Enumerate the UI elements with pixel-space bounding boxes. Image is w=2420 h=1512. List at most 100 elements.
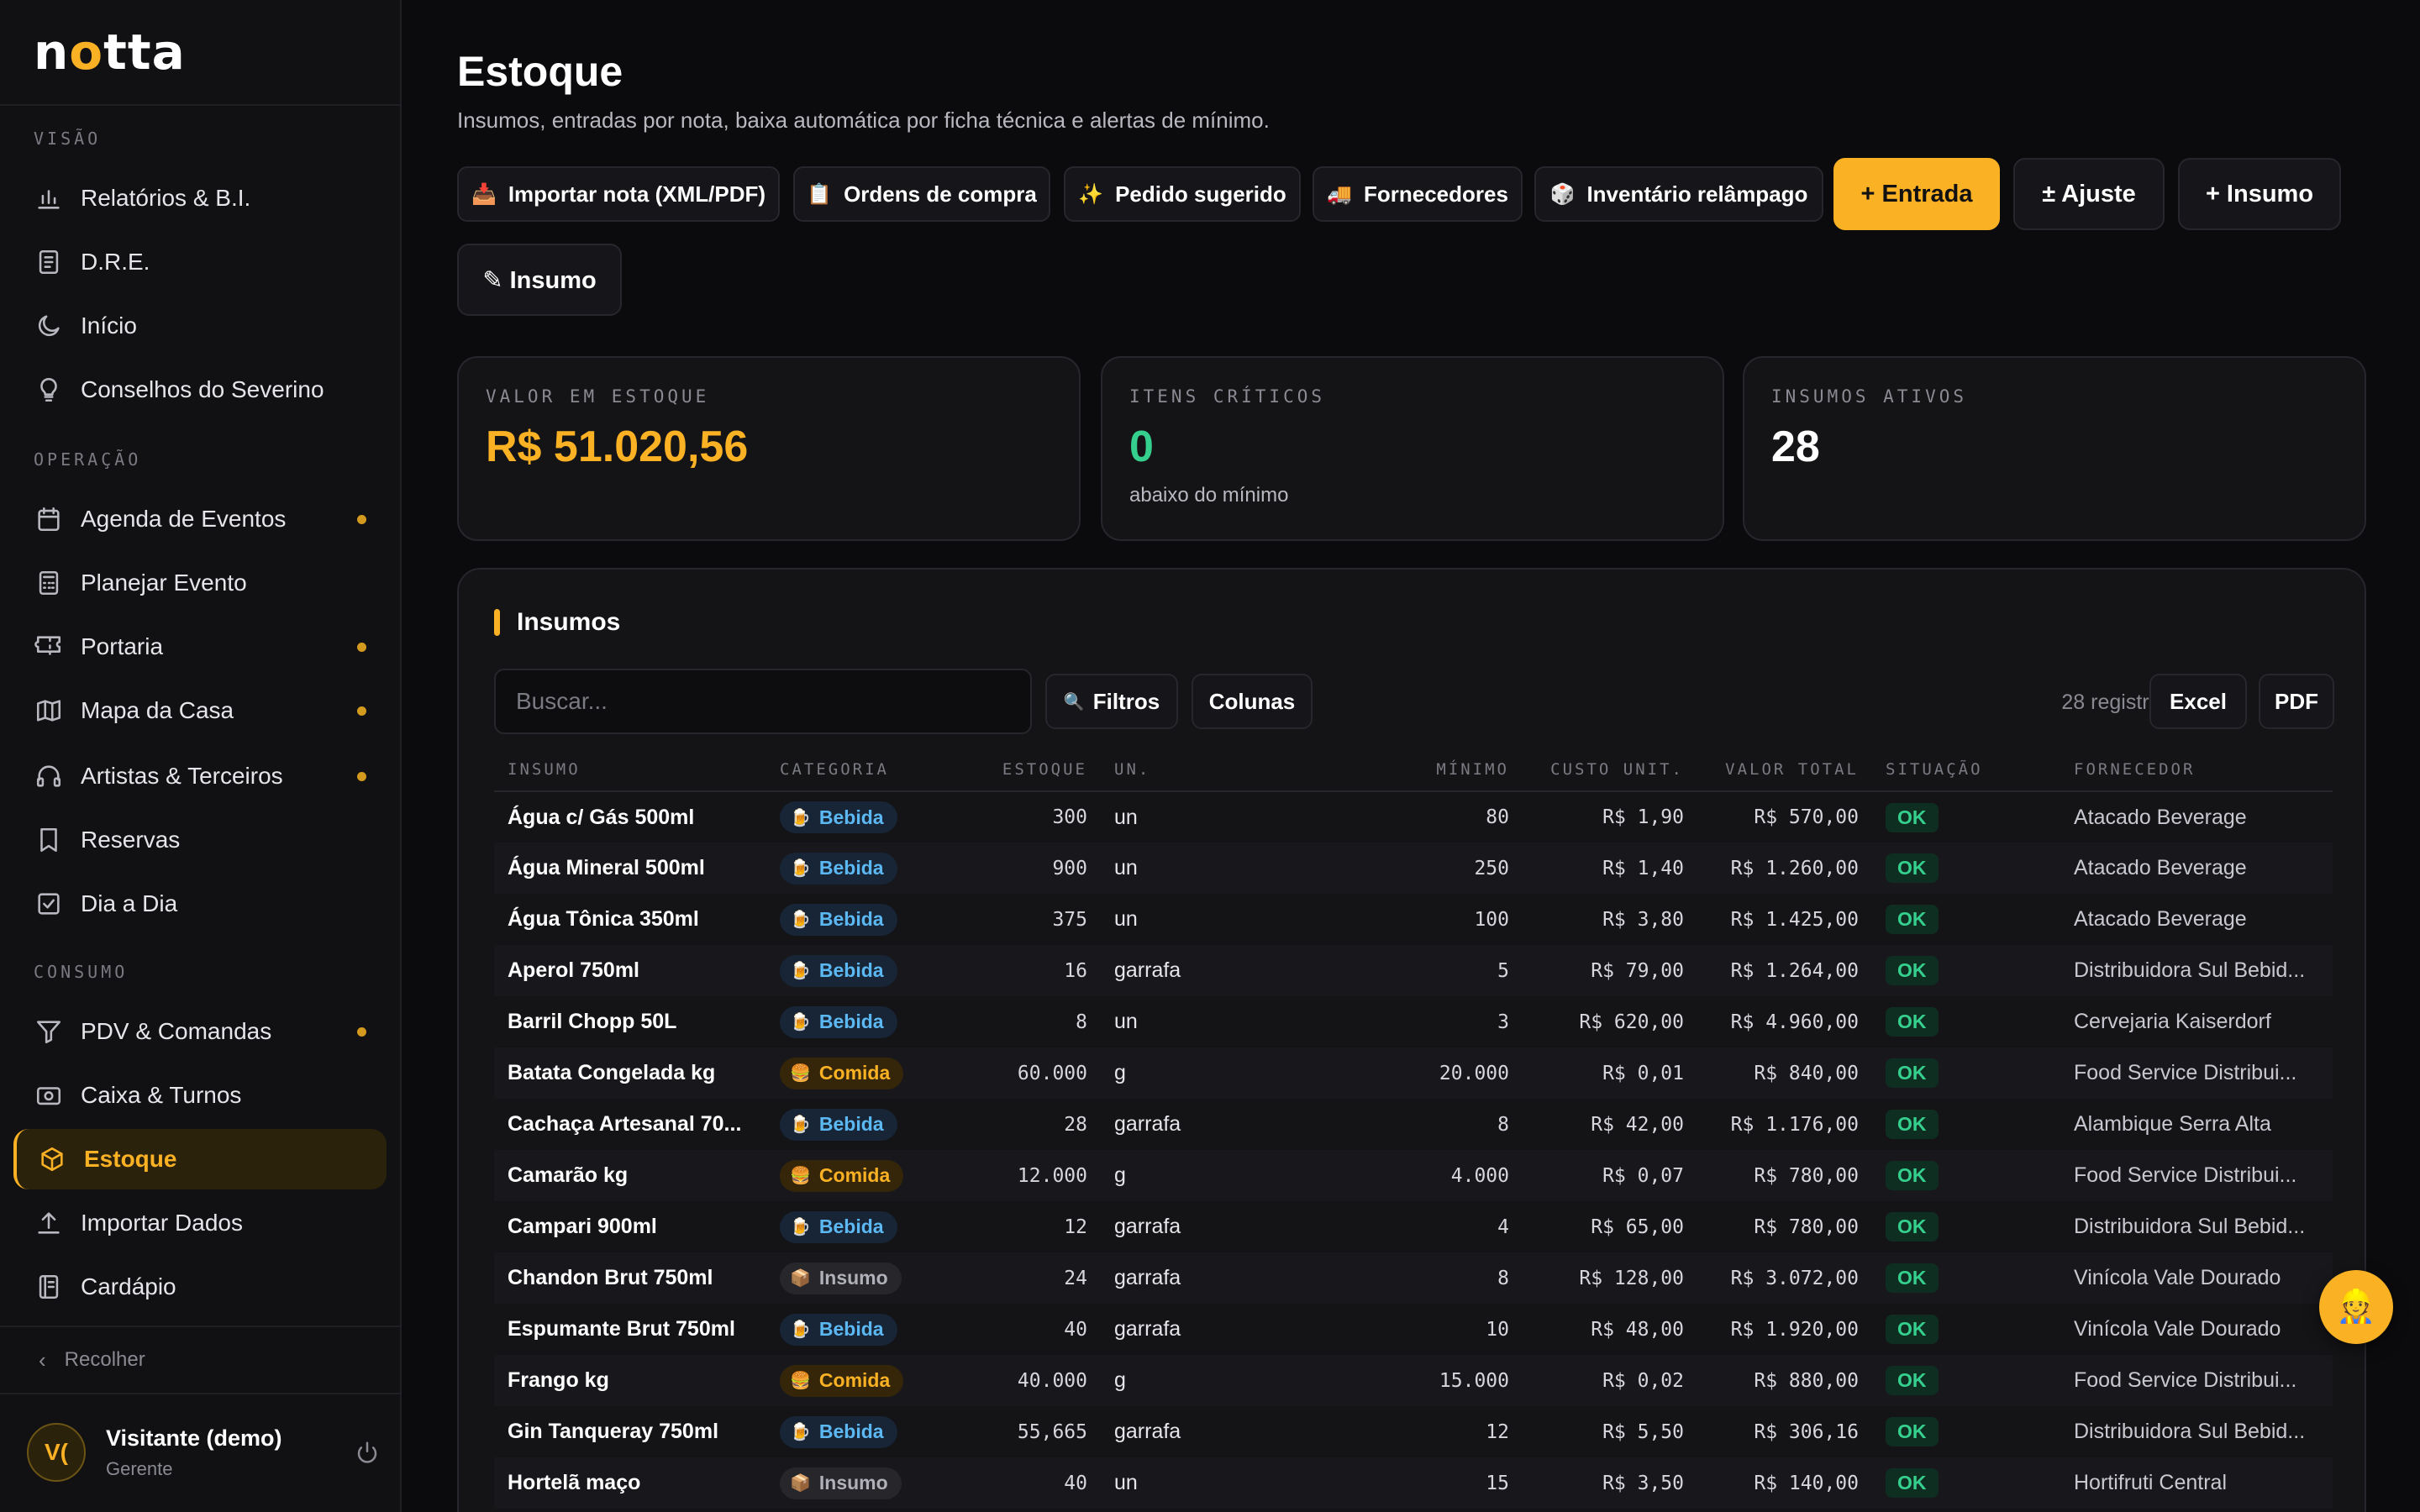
add-input-button[interactable]: + Insumo xyxy=(2178,158,2341,230)
adjust-button[interactable]: ± Ajuste xyxy=(2013,158,2165,230)
page-subtitle: Insumos, entradas por nota, baixa automá… xyxy=(457,108,1270,133)
sidebar-item-label: Portaria xyxy=(81,633,164,659)
table-row[interactable]: Água c/ Gás 500ml 🍺 Bebida 300 un 80 R$ 1,90 R$… xyxy=(494,791,2333,843)
status-badge: OK xyxy=(1886,1366,1939,1395)
input-name: Campari 900ml xyxy=(508,1215,657,1238)
map-icon xyxy=(34,696,64,726)
columns-button[interactable]: Colunas xyxy=(1192,674,1313,729)
unit-cost-value: R$ 128,00 xyxy=(1523,1252,1697,1304)
sidebar-item-relatorios-b-i[interactable]: Relatórios & B.I. xyxy=(13,168,387,228)
table-row[interactable]: Espumante Brut 750ml 🍺 Bebida 40 garrafa 10 R$… xyxy=(494,1304,2333,1355)
column-header[interactable]: SITUAÇÃO xyxy=(1872,748,2060,792)
table-row[interactable]: Frango kg 🍔 Comida 40.000 g 15.000 R$ 0,02 R$ 8… xyxy=(494,1355,2333,1406)
table-row[interactable]: Camarão kg 🍔 Comida 12.000 g 4.000 R$ 0,07 R$ 7… xyxy=(494,1150,2333,1201)
power-icon[interactable] xyxy=(355,1440,380,1469)
filters-button[interactable]: 🔍 Filtros xyxy=(1045,674,1178,729)
status-cell: OK xyxy=(1872,1099,2060,1150)
lightbulb-icon xyxy=(34,375,64,405)
notification-dot xyxy=(357,771,366,781)
table-row[interactable]: Água Tônica 350ml 🍺 Bebida 375 un 100 R$ 3,80 R… xyxy=(494,894,2333,945)
table-row[interactable]: Hortelã maço 📦 Insumo 40 un 15 R$ 3,50 R$ 140,0… xyxy=(494,1457,2333,1509)
minimum-value: 15 xyxy=(1222,1457,1523,1509)
minimum-value: 10 xyxy=(1486,1318,1509,1341)
category-tag: 🍺 Bebida xyxy=(780,1005,897,1038)
status-cell: OK xyxy=(1872,791,2060,843)
sidebar-item-inicio[interactable]: Início xyxy=(13,296,387,356)
category-cell: 🍔 Comida xyxy=(766,1355,975,1406)
sidebar-item-planejar-evento[interactable]: Planejar Evento xyxy=(13,553,387,613)
sidebar-item-caixa-turnos[interactable]: Caixa & Turnos xyxy=(13,1065,387,1126)
table-row[interactable]: Água Mineral 500ml 🍺 Bebida 900 un 250 R$ 1,40… xyxy=(494,843,2333,894)
column-header[interactable]: MÍNIMO xyxy=(1222,748,1523,792)
excel-button[interactable]: Excel xyxy=(2149,674,2247,729)
column-header[interactable]: UN. xyxy=(1101,748,1222,792)
suggested-order-button[interactable]: ✨ Pedido sugerido xyxy=(1064,166,1301,222)
collapse-button[interactable]: ‹ Recolher xyxy=(0,1326,402,1394)
total-value: R$ 880,00 xyxy=(1697,1355,1872,1406)
category-cell: 🍺 Bebida xyxy=(766,843,975,894)
unit-value: un xyxy=(1114,907,1138,931)
column-header[interactable]: INSUMO xyxy=(494,748,766,792)
sidebar-item-dia-a-dia[interactable]: Dia a Dia xyxy=(13,874,387,934)
upload-icon xyxy=(34,1208,64,1238)
user-profile[interactable]: V( Visitante (demo) Gerente xyxy=(27,1423,380,1482)
supplier-name: Cervejaria Kaiserdorf xyxy=(2074,1010,2271,1033)
critical-items-card: ITENS CRÍTICOS 0 abaixo do mínimo xyxy=(1101,356,1724,541)
table-row[interactable]: Chandon Brut 750ml 📦 Insumo 24 garrafa 8 R$ 12… xyxy=(494,1252,2333,1304)
quick-inventory-button[interactable]: 🎲 Inventário relâmpago xyxy=(1534,166,1823,222)
table-row[interactable]: Gin Tanqueray 750ml 🍺 Bebida 55,665 garrafa 1… xyxy=(494,1406,2333,1457)
minimum-value: 4 xyxy=(1497,1215,1509,1238)
sidebar-item-importar-dados[interactable]: Importar Dados xyxy=(13,1193,387,1253)
total-value: R$ 1.176,00 xyxy=(1730,1113,1859,1136)
table-row[interactable]: Aperol 750ml 🍺 Bebida 16 garrafa 5 R$ 79,00 R$ … xyxy=(494,945,2333,996)
sidebar-item-pdv-comandas[interactable]: PDV & Comandas xyxy=(13,1001,387,1062)
table-row[interactable]: Barril Chopp 50L 🍺 Bebida 8 un 3 R$ 620,00 R$ 4… xyxy=(494,996,2333,1047)
entry-button[interactable]: + Entrada xyxy=(1833,158,2000,230)
supplier-name: Food Service Distribui... xyxy=(2060,1047,2333,1099)
table-row[interactable]: Cachaça Artesanal 70... 🍺 Bebida 28 garrafa 8… xyxy=(494,1099,2333,1150)
unit-value: g xyxy=(1101,1047,1222,1099)
pdf-button[interactable]: PDF xyxy=(2259,674,2334,729)
stock-value: 300 xyxy=(1052,806,1087,828)
column-header[interactable]: FORNECEDOR xyxy=(2060,748,2333,792)
import-note-button[interactable]: 📥 Importar nota (XML/PDF) xyxy=(457,166,780,222)
status-badge: OK xyxy=(1886,1468,1939,1498)
sparkles-icon: ✨ xyxy=(1078,182,1104,206)
sidebar-item-reservas[interactable]: Reservas xyxy=(13,810,387,870)
user-role: Gerente xyxy=(106,1457,173,1479)
total-value: R$ 780,00 xyxy=(1754,1215,1859,1238)
category-label: Bebida xyxy=(818,1113,884,1135)
column-header[interactable]: CUSTO UNIT. xyxy=(1523,748,1697,792)
supplier-name: Atacado Beverage xyxy=(2074,805,2247,829)
edit-input-button[interactable]: ✎ Insumo xyxy=(457,244,622,316)
column-header[interactable]: VALOR TOTAL xyxy=(1697,748,1872,792)
sidebar-item-d-r-e[interactable]: D.R.E. xyxy=(13,232,387,292)
category-tag: 🍺 Bebida xyxy=(780,1108,897,1141)
table-row[interactable]: Batata Congelada kg 🍔 Comida 60.000 g 20.000 R… xyxy=(494,1047,2333,1099)
category-label: Bebida xyxy=(818,959,884,981)
sidebar-item-estoque[interactable]: Estoque xyxy=(13,1129,387,1189)
search-input[interactable]: Buscar... xyxy=(494,669,1032,734)
sidebar-item-artistas-terceiros[interactable]: Artistas & Terceiros xyxy=(13,746,387,806)
suppliers-button[interactable]: 🚚 Fornecedores xyxy=(1313,166,1523,222)
logo[interactable]: notta xyxy=(0,0,400,106)
category-cell: 🍔 Comida xyxy=(766,1047,975,1099)
assistant-button[interactable]: 👷 xyxy=(2319,1270,2393,1344)
column-header[interactable]: CATEGORIA xyxy=(766,748,975,792)
sidebar-item-label: D.R.E. xyxy=(81,249,150,275)
sidebar-item-mapa-da-casa[interactable]: Mapa da Casa xyxy=(13,680,387,741)
supplier-name: Distribuidora Sul Bebid... xyxy=(2060,945,2333,996)
sidebar-item-agenda-de-eventos[interactable]: Agenda de Eventos xyxy=(13,489,387,549)
sidebar-item-portaria[interactable]: Portaria xyxy=(13,617,387,677)
purchase-orders-button[interactable]: 📋 Ordens de compra xyxy=(793,166,1050,222)
stock-value: 55,665 xyxy=(1017,1420,1087,1443)
category-tag: 🍔 Comida xyxy=(780,1057,904,1089)
table-row[interactable]: Campari 900ml 🍺 Bebida 12 garrafa 4 R$ 65,00 R$… xyxy=(494,1201,2333,1252)
status-cell: OK xyxy=(1872,1457,2060,1509)
bebida-icon: 🍺 xyxy=(790,1013,811,1032)
unit-value: garrafa xyxy=(1114,1112,1181,1136)
column-header[interactable]: ESTOQUE xyxy=(975,748,1101,792)
inputs-panel: Insumos Buscar... 🔍 Filtros Colunas 28 re… xyxy=(457,568,2366,1512)
sidebar-item-conselhos-do-severino[interactable]: Conselhos do Severino xyxy=(13,360,387,420)
sidebar-item-cardapio[interactable]: Cardápio xyxy=(13,1257,387,1317)
